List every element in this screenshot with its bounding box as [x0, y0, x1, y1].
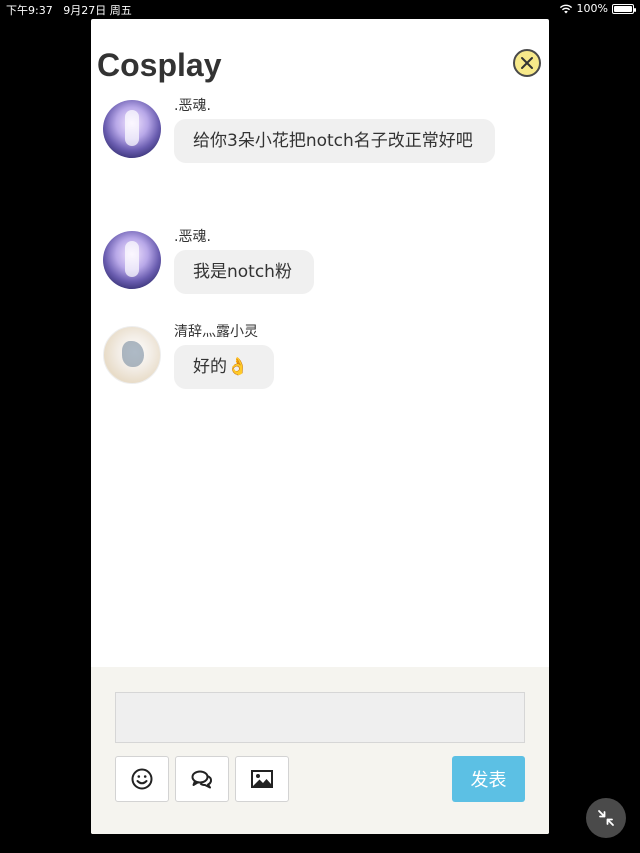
status-bar: 下午9:37 9月27日 周五 100%	[0, 0, 640, 18]
emoji-button[interactable]	[115, 756, 169, 802]
status-time-date: 下午9:37 9月27日 周五	[6, 2, 132, 18]
status-indicators: 100%	[559, 2, 636, 15]
message-bubble[interactable]: 给你3朵小花把notch名子改正常好吧	[174, 119, 495, 163]
status-time: 下午9:37	[6, 4, 53, 17]
composer-area: 发表	[91, 667, 549, 834]
image-button[interactable]	[235, 756, 289, 802]
speech-bubbles-icon	[191, 770, 213, 789]
avatar[interactable]	[103, 231, 161, 289]
close-button[interactable]	[513, 49, 541, 77]
smiley-icon	[131, 768, 153, 790]
message-bubble[interactable]: 我是notch粉	[174, 250, 314, 294]
wifi-icon	[559, 4, 572, 13]
floating-collapse-button[interactable]	[586, 798, 626, 838]
avatar[interactable]	[103, 100, 161, 158]
sender-name: .恶魂.	[174, 98, 211, 114]
message-bubble[interactable]: 好的👌	[174, 345, 274, 389]
battery-percent: 100%	[576, 2, 608, 15]
chat-panel: Cosplay .恶魂. 给你3朵小花把notch名子改正常好吧 .恶魂. 我是…	[91, 19, 549, 834]
sender-name: 清辞灬露小灵	[174, 324, 258, 340]
status-date: 9月27日 周五	[63, 4, 132, 17]
message-item: 清辞灬露小灵 好的👌	[103, 324, 523, 401]
sender-name: .恶魂.	[174, 229, 211, 245]
battery-icon	[612, 3, 636, 14]
image-icon	[251, 770, 273, 788]
send-button[interactable]: 发表	[452, 756, 525, 802]
message-item: .恶魂. 我是notch粉	[103, 229, 523, 306]
battery-fill	[614, 5, 632, 12]
message-item: .恶魂. 给你3朵小花把notch名子改正常好吧	[103, 98, 523, 210]
page-title: Cosplay	[97, 47, 222, 83]
message-input[interactable]	[115, 692, 525, 743]
close-icon	[521, 57, 533, 69]
avatar[interactable]	[103, 326, 161, 384]
chat-button[interactable]	[175, 756, 229, 802]
collapse-arrows-icon	[598, 810, 614, 826]
